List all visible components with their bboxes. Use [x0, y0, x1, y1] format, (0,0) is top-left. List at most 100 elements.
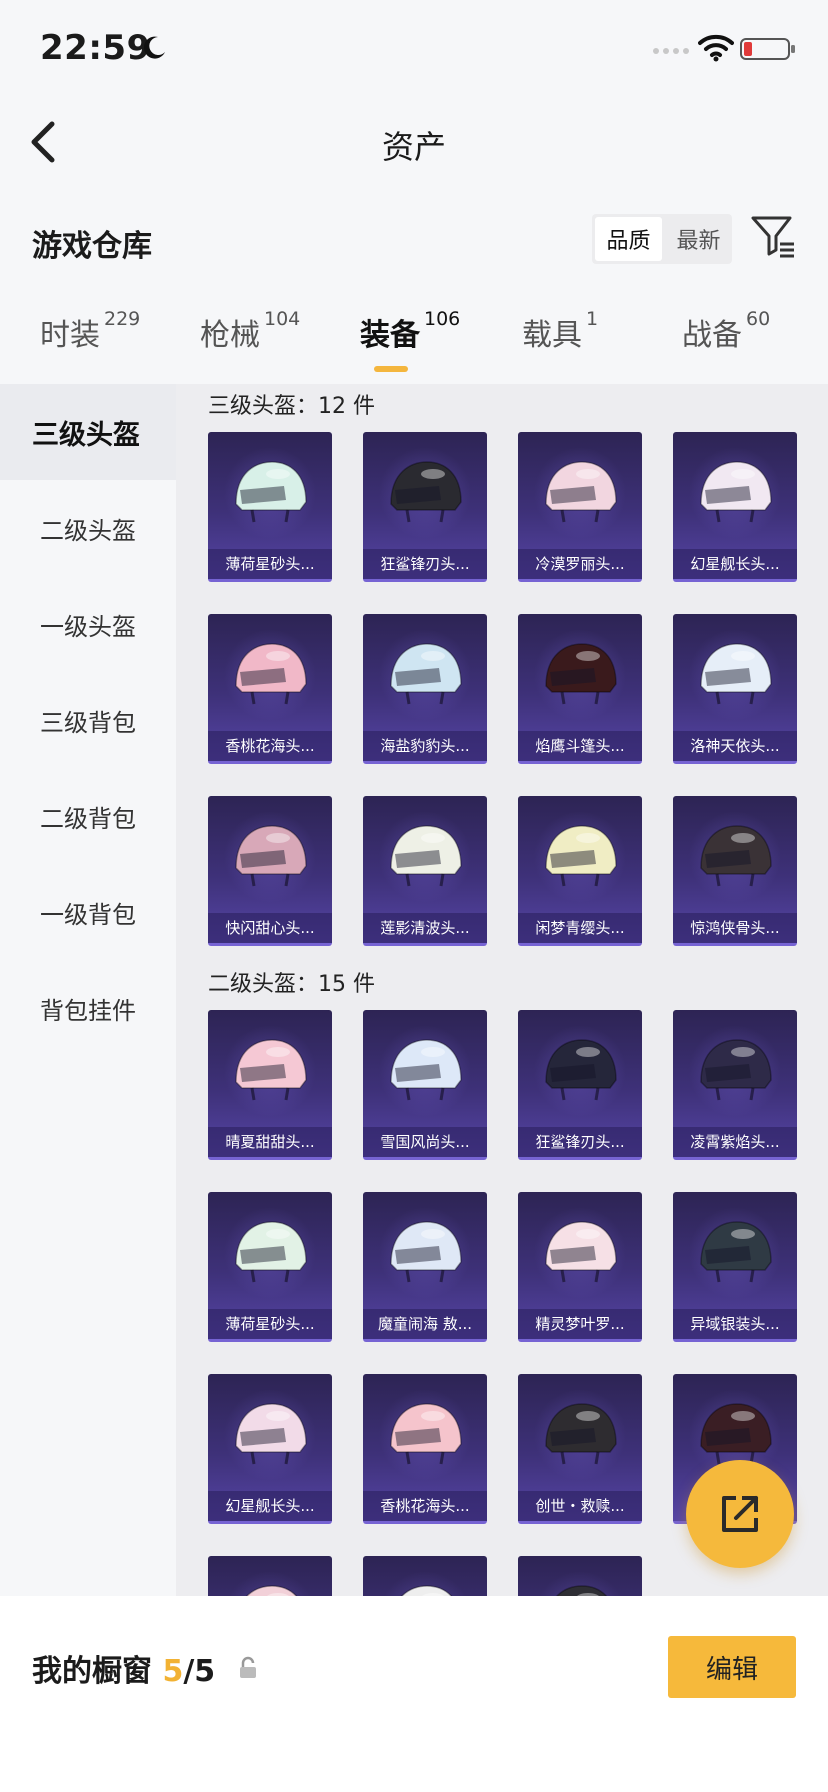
item-card[interactable]: 冷漠罗丽头... — [518, 432, 642, 582]
showcase-bar: 我的橱窗 5/5 编辑 — [0, 1596, 828, 1792]
item-name: 香桃花海头... — [208, 731, 332, 761]
item-card[interactable]: 洛神天依头... — [673, 614, 797, 764]
tab-count: 229 — [104, 308, 141, 330]
filter-icon[interactable] — [750, 214, 796, 260]
signal-icon — [653, 48, 689, 54]
sidebar-item-level1-backpack[interactable]: 一级背包 — [0, 864, 176, 960]
tab-label: 载具 — [522, 318, 582, 353]
helmet-icon — [700, 1039, 772, 1101]
status-bar: 22:59 — [0, 0, 828, 100]
helmet-icon — [700, 643, 772, 705]
item-card[interactable] — [363, 1556, 487, 1596]
tab-label: 战备 — [682, 318, 742, 353]
item-grid: 三级头盔：12 件薄荷星砂头... 狂鲨锋刃头... 冷漠罗丽头... 幻星舰长头..… — [176, 384, 828, 1596]
helmet-icon — [235, 825, 307, 887]
helmet-icon — [401, 1585, 453, 1596]
sort-toggle: 品质 最新 — [592, 214, 732, 264]
item-card[interactable]: 海盐豹豹头... — [363, 614, 487, 764]
item-card[interactable]: 雪国风尚头... — [363, 1010, 487, 1160]
tab-label: 枪械 — [200, 318, 260, 353]
showcase-label: 我的橱窗 — [32, 1654, 152, 1689]
helmet-icon — [390, 1039, 462, 1101]
item-card[interactable]: 快闪甜心头... — [208, 796, 332, 946]
item-name: 焰鹰斗篷头... — [518, 731, 642, 761]
helmet-icon — [235, 1221, 307, 1283]
item-card[interactable]: 狂鲨锋刃头... — [363, 432, 487, 582]
item-card[interactable]: 狂鲨锋刃头... — [518, 1010, 642, 1160]
showcase-used-count: 5 — [162, 1654, 184, 1689]
sidebar-item-level2-backpack[interactable]: 二级背包 — [0, 768, 176, 864]
item-card[interactable]: 薄荷星砂头... — [208, 1192, 332, 1342]
helmet-icon — [390, 825, 462, 887]
warehouse-title: 游戏仓库 — [32, 229, 152, 264]
sort-option-quality[interactable]: 品质 — [595, 217, 662, 261]
helmet-icon — [246, 1585, 298, 1596]
sidebar-item-level2-helmet[interactable]: 二级头盔 — [0, 480, 176, 576]
sidebar-item-backpack-charm[interactable]: 背包挂件 — [0, 960, 176, 1056]
tab-fashion[interactable]: 时装 229 — [40, 308, 141, 354]
item-card[interactable]: 香桃花海头... — [363, 1374, 487, 1524]
helmet-icon — [390, 643, 462, 705]
item-card[interactable]: 焰鹰斗篷头... — [518, 614, 642, 764]
share-icon — [722, 1496, 758, 1532]
helmet-icon — [700, 461, 772, 523]
item-name: 洛神天依头... — [673, 731, 797, 761]
sidebar-item-level3-backpack[interactable]: 三级背包 — [0, 672, 176, 768]
edit-button[interactable]: 编辑 — [668, 1636, 796, 1698]
item-name: 晴夏甜甜头... — [208, 1127, 332, 1157]
item-name: 薄荷星砂头... — [208, 549, 332, 579]
item-name: 海盐豹豹头... — [363, 731, 487, 761]
helmet-icon — [700, 1221, 772, 1283]
item-name: 凌霄紫焰头... — [673, 1127, 797, 1157]
item-card[interactable]: 闲梦青缨头... — [518, 796, 642, 946]
item-card[interactable]: 香桃花海头... — [208, 614, 332, 764]
helmet-icon — [545, 1039, 617, 1101]
helmet-icon — [235, 1403, 307, 1465]
helmet-icon — [545, 643, 617, 705]
helmet-icon — [235, 461, 307, 523]
item-card[interactable] — [518, 1556, 642, 1596]
helmet-icon — [390, 1403, 462, 1465]
item-name: 莲影清波头... — [363, 913, 487, 943]
item-card[interactable]: 惊鸿侠骨头... — [673, 796, 797, 946]
wifi-icon — [698, 34, 734, 62]
showcase-label-group: 我的橱窗 5/5 — [32, 1646, 215, 1690]
tab-count: 60 — [746, 308, 771, 330]
item-card[interactable]: 创世・救赎... — [518, 1374, 642, 1524]
item-name: 魔童闹海 敖... — [363, 1309, 487, 1339]
item-card[interactable]: 异域银装头... — [673, 1192, 797, 1342]
tab-gear[interactable]: 战备 60 — [682, 308, 771, 354]
tab-active-indicator — [374, 366, 408, 372]
item-card[interactable]: 薄荷星砂头... — [208, 432, 332, 582]
item-card[interactable]: 莲影清波头... — [363, 796, 487, 946]
tab-weapons[interactable]: 枪械 104 — [200, 308, 300, 354]
item-name: 狂鲨锋刃头... — [363, 549, 487, 579]
item-card[interactable]: 晴夏甜甜头... — [208, 1010, 332, 1160]
helmet-icon — [700, 825, 772, 887]
sidebar-item-level1-helmet[interactable]: 一级头盔 — [0, 576, 176, 672]
helmet-icon — [235, 1039, 307, 1101]
tab-vehicles[interactable]: 载具 1 — [522, 308, 599, 354]
item-card[interactable]: 精灵梦叶罗... — [518, 1192, 642, 1342]
tab-label: 时装 — [40, 318, 100, 353]
showcase-total-count: /5 — [183, 1654, 216, 1689]
tab-count: 1 — [586, 308, 599, 330]
item-card[interactable] — [208, 1556, 332, 1596]
battery-icon — [740, 38, 795, 60]
helmet-icon — [235, 643, 307, 705]
helmet-icon — [390, 1221, 462, 1283]
item-name: 雪国风尚头... — [363, 1127, 487, 1157]
share-button[interactable] — [686, 1460, 794, 1568]
item-card[interactable]: 幻星舰长头... — [208, 1374, 332, 1524]
item-name: 惊鸿侠骨头... — [673, 913, 797, 943]
helmet-icon — [545, 1221, 617, 1283]
item-card[interactable]: 幻星舰长头... — [673, 432, 797, 582]
tab-equipment[interactable]: 装备 106 — [360, 308, 460, 372]
item-card[interactable]: 凌霄紫焰头... — [673, 1010, 797, 1160]
sort-option-newest[interactable]: 最新 — [665, 214, 732, 264]
sidebar-item-level3-helmet[interactable]: 三级头盔 — [0, 384, 176, 480]
item-card[interactable]: 魔童闹海 敖... — [363, 1192, 487, 1342]
tab-label: 装备 — [360, 318, 420, 353]
sidebar: 三级头盔 二级头盔 一级头盔 三级背包 二级背包 一级背包 背包挂件 — [0, 384, 176, 1596]
item-name: 香桃花海头... — [363, 1491, 487, 1521]
